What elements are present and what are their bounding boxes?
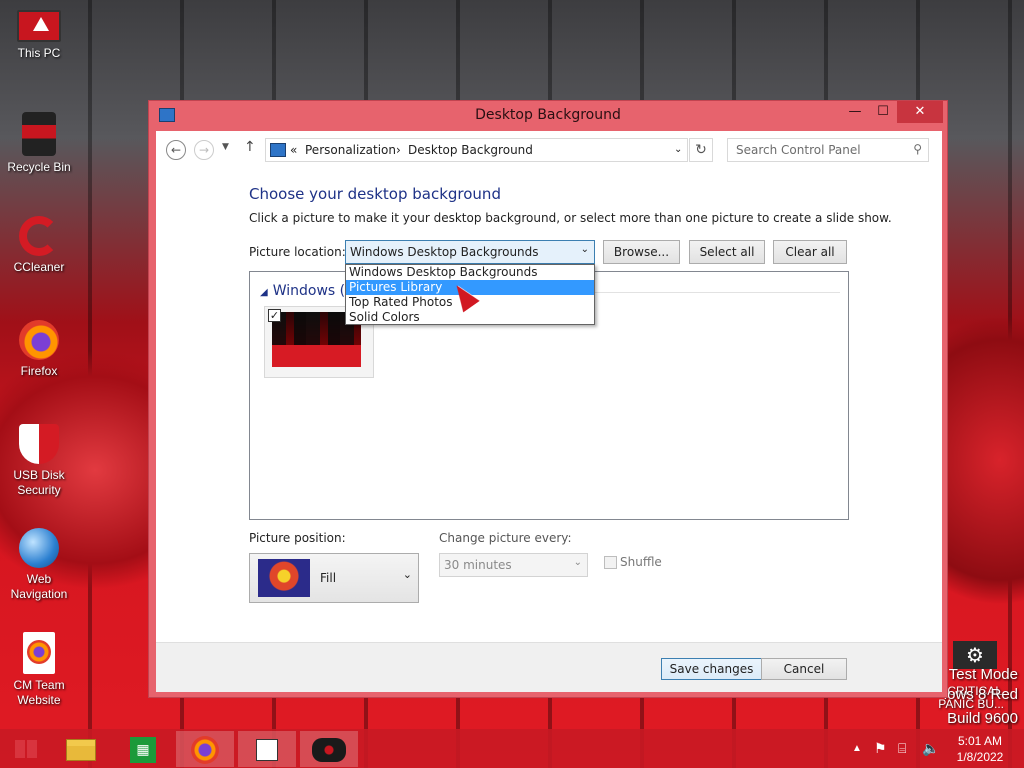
monitor-icon (17, 10, 61, 42)
window-client: ← → ▼ ↑ « Personalization › Desktop Back… (156, 131, 942, 692)
store-icon[interactable]: ▦ (114, 731, 172, 767)
maximize-button[interactable]: ☐ (869, 101, 897, 123)
change-picture-label: Change picture every: (439, 531, 572, 545)
picture-location-select[interactable]: Windows Desktop Backgrounds ⌄ (345, 240, 595, 264)
volume-icon[interactable]: 🔈 (922, 729, 939, 768)
browse-button[interactable]: Browse... (603, 240, 680, 264)
title-bar[interactable]: Desktop Background — ☐ ✕ (149, 101, 947, 131)
picture-position-select[interactable]: Fill ⌄ (249, 553, 419, 603)
cancel-button[interactable]: Cancel (761, 658, 847, 680)
position-preview-image (258, 559, 310, 597)
breadcrumb-personalization[interactable]: Personalization (305, 143, 396, 157)
desktop-icon-web-navigation[interactable]: Web Navigation (4, 528, 74, 602)
picture-position-label: Picture position: (249, 531, 346, 545)
recycle-bin-icon (22, 112, 56, 156)
dialog-footer: Save changes Cancel (156, 642, 942, 692)
clock-date: 1/8/2022 (956, 750, 1004, 764)
save-changes-button[interactable]: Save changes (661, 658, 762, 680)
refresh-icon[interactable]: ↻ (689, 138, 713, 162)
game-icon[interactable] (300, 731, 358, 767)
up-arrow-icon[interactable]: ↑ (244, 139, 256, 155)
breadcrumb-desktop-background[interactable]: Desktop Background (408, 143, 533, 157)
address-dropdown-chevron-icon[interactable]: ⌄ (674, 144, 682, 155)
file-explorer-icon[interactable] (52, 731, 110, 767)
option-solid-colors[interactable]: Solid Colors (346, 310, 594, 325)
firefox-document-icon (23, 632, 55, 674)
desktop-icon-recycle-bin[interactable]: Recycle Bin (4, 112, 74, 175)
desktop-background-window: Desktop Background — ☐ ✕ ← → ▼ ↑ « Perso… (148, 100, 948, 698)
change-interval-select[interactable]: 30 minutes ⌄ (439, 553, 588, 577)
breadcrumb-separator-icon: › (396, 143, 401, 157)
show-hidden-icons-icon[interactable]: ▲ (852, 729, 862, 768)
clock-time: 5:01 AM (957, 734, 1003, 748)
option-windows-desktop-backgrounds[interactable]: Windows Desktop Backgrounds (346, 265, 594, 280)
forward-arrow-icon[interactable]: → (194, 140, 214, 160)
test-mode-watermark: Test Mode (948, 666, 1018, 683)
gear-icon: ⚙ (953, 641, 997, 669)
clear-all-button[interactable]: Clear all (773, 240, 847, 264)
picture-location-label: Picture location: (249, 245, 346, 259)
desktop-icon-usb-disk-security[interactable]: USB Disk Security (4, 424, 74, 498)
shuffle-checkbox[interactable] (604, 556, 617, 569)
address-bar[interactable]: « Personalization › Desktop Background ⌄ (265, 138, 688, 162)
page-description: Click a picture to make it your desktop … (249, 211, 892, 225)
select-all-button[interactable]: Select all (689, 240, 765, 264)
address-overflow-icon[interactable]: « (290, 143, 297, 157)
panic-button-label: PANIC BU... (938, 697, 1004, 711)
chevron-down-icon: ⌄ (580, 244, 589, 255)
globe-icon (19, 528, 59, 568)
chevron-down-icon: ⌄ (402, 568, 412, 581)
collapse-triangle-icon[interactable]: ◢ (260, 287, 268, 298)
chevron-down-icon: ⌄ (573, 557, 582, 568)
taskbar: ▦ ▲ ⚑ ⌸ 🔈 5:01 AM 1/8/2022 (0, 729, 1024, 768)
desktop-icon-this-pc[interactable]: This PC (4, 10, 74, 61)
page-title: Choose your desktop background (249, 185, 501, 203)
search-input[interactable]: Search Control Panel ⚲ (727, 138, 929, 162)
shuffle-label: Shuffle (620, 555, 662, 569)
close-button[interactable]: ✕ (897, 101, 943, 123)
build-watermark: Build 9600 (947, 710, 1018, 727)
desktop-icon-cm-team-website[interactable]: CM Team Website (4, 632, 74, 708)
windows-start-icon[interactable] (0, 731, 52, 767)
control-panel-icon[interactable] (238, 731, 296, 767)
clock[interactable]: 5:01 AM 1/8/2022 (950, 729, 1010, 768)
firefox-icon[interactable] (176, 731, 234, 767)
search-icon: ⚲ (913, 142, 922, 156)
network-icon[interactable]: ⌸ (898, 729, 906, 768)
window-title: Desktop Background (475, 107, 621, 123)
recent-pages-chevron-icon[interactable]: ▼ (222, 142, 229, 152)
control-panel-icon (270, 143, 286, 157)
minimize-button[interactable]: — (841, 101, 869, 123)
desktop-icon-firefox[interactable]: Firefox (4, 320, 74, 379)
usb-shield-icon (19, 424, 59, 464)
back-arrow-icon[interactable]: ← (166, 140, 186, 160)
desktop-icon-ccleaner[interactable]: CCleaner (4, 216, 74, 275)
thumbnail-checkbox[interactable]: ✓ (268, 309, 281, 322)
flag-icon[interactable]: ⚑ (874, 729, 887, 768)
ccleaner-icon (19, 216, 59, 256)
firefox-icon (19, 320, 59, 360)
